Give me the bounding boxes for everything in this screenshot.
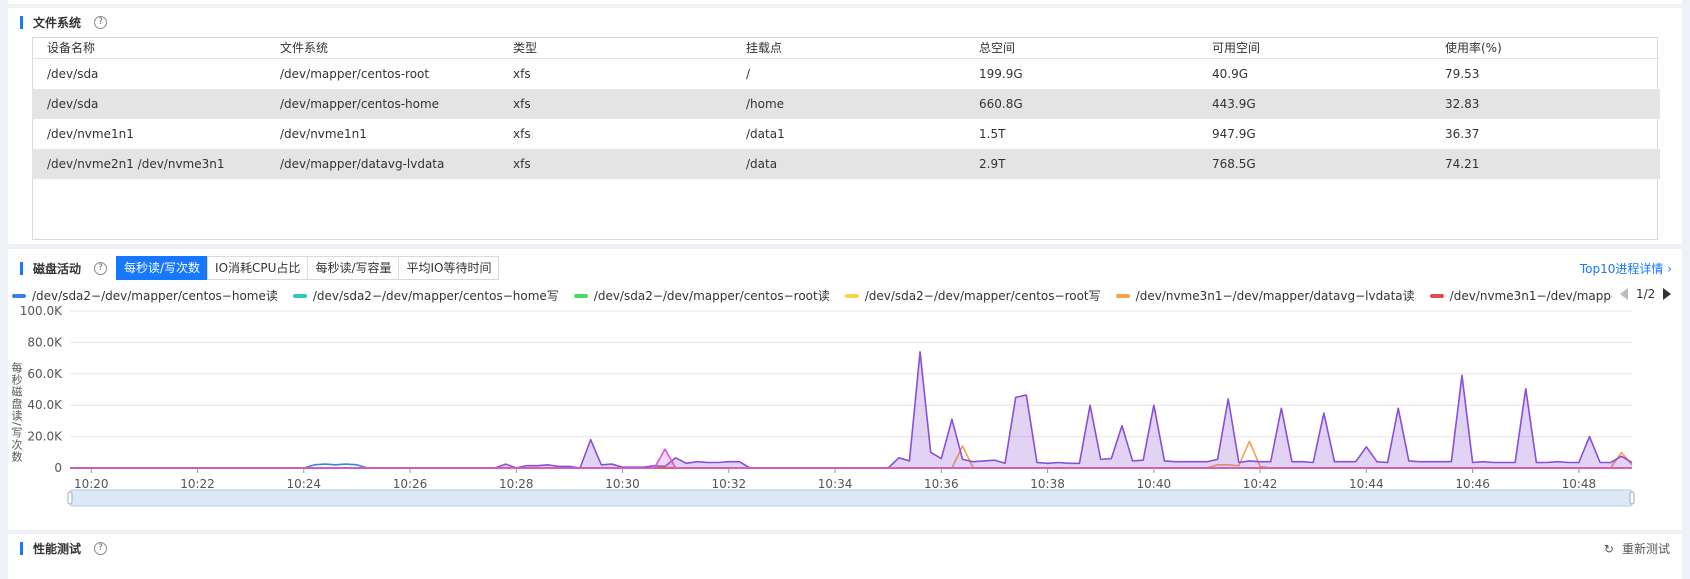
- legend-swatch: [844, 293, 859, 298]
- disk-title: 磁盘活动: [33, 262, 82, 276]
- title-accent-bar: [20, 262, 23, 275]
- x-tick-label: 10:44: [1349, 477, 1384, 491]
- filesystem-table: 设备名称 文件系统 类型 挂载点 总空间 可用空间 使用率(%) /dev/sd…: [32, 37, 1660, 179]
- disk-section-title: 磁盘活动 ?: [20, 260, 108, 277]
- table-cell: 32.83: [1430, 89, 1660, 119]
- col-available-space: 可用空间: [1197, 37, 1430, 59]
- table-cell: /dev/sda: [32, 89, 265, 119]
- table-cell: 199.9G: [979, 67, 1023, 81]
- table-cell: /data: [731, 149, 964, 179]
- filesystem-title: 文件系统: [33, 16, 82, 30]
- col-type: 类型: [498, 37, 731, 59]
- table-row[interactable]: /dev/nvme1n1 /dev/nvme1n1 xfs /data1 1.5…: [32, 119, 1660, 149]
- zoom-handle-left: [67, 491, 73, 505]
- legend-swatch: [1115, 293, 1130, 298]
- prev-page-icon[interactable]: [1620, 288, 1628, 300]
- legend-swatch: [1429, 293, 1444, 298]
- table-header-row: 设备名称 文件系统 类型 挂载点 总空间 可用空间 使用率(%): [32, 37, 1660, 59]
- table-cell: 79.53: [1445, 67, 1480, 81]
- table-cell: 40.9G: [1212, 67, 1249, 81]
- help-icon[interactable]: ?: [94, 16, 108, 29]
- legend-swatch: [12, 293, 26, 298]
- table-cell: /dev/mapper/centos-home: [265, 89, 498, 119]
- y-tick-label: 100.0K: [20, 304, 63, 318]
- table-row[interactable]: /dev/sda /dev/mapper/centos-home xfs /ho…: [32, 89, 1660, 119]
- help-icon[interactable]: ?: [94, 542, 108, 555]
- y-tick-label: 80.0K: [27, 335, 63, 349]
- x-tick-label: 10:28: [499, 477, 534, 491]
- x-tick-label: 10:38: [1030, 477, 1065, 491]
- table-cell: 768.5G: [1197, 149, 1430, 179]
- top10-process-link[interactable]: Top10进程详情 ›: [1580, 260, 1672, 277]
- disk-metric-tabs: 每秒读/写次数 IO消耗CPU占比 每秒读/写容量 平均IO等待时间: [116, 256, 500, 280]
- table-cell: /dev/nvme1n1: [280, 127, 367, 141]
- tab-io-cpu[interactable]: IO消耗CPU占比: [207, 256, 309, 280]
- table-cell: /: [746, 67, 751, 81]
- table-cell: /dev/mapper/centos-root: [280, 67, 430, 81]
- legend-page-indicator: 1/2: [1636, 287, 1656, 301]
- legend-pager: 1/2: [1614, 287, 1672, 301]
- perf-title: 性能测试: [33, 542, 82, 556]
- table-cell: xfs: [498, 89, 731, 119]
- col-usage-rate: 使用率(%): [1430, 37, 1660, 59]
- zoom-slider-track: [69, 489, 1633, 507]
- table-cell: 947.9G: [1212, 127, 1256, 141]
- table-cell: /dev/nvme2n1 /dev/nvme3n1: [32, 149, 265, 179]
- x-tick-label: 10:40: [1137, 477, 1172, 491]
- filesystem-section-title: 文件系统 ?: [20, 14, 108, 31]
- performance-panel: [8, 534, 1682, 579]
- retest-button[interactable]: ↻ 重新测试: [1604, 540, 1670, 557]
- table-cell: 74.21: [1430, 149, 1660, 179]
- table-cell: /home: [731, 89, 964, 119]
- table-cell: /dev/nvme1n1: [47, 127, 134, 141]
- help-icon[interactable]: ?: [94, 262, 108, 275]
- x-tick-label: 10:22: [180, 477, 215, 491]
- top-strip: [8, 0, 1682, 4]
- refresh-icon: ↻: [1603, 541, 1614, 556]
- tab-rw-capacity[interactable]: 每秒读/写容量: [307, 256, 400, 280]
- col-mount-point: 挂载点: [731, 37, 964, 59]
- zoom-handle-right: [1629, 491, 1635, 505]
- disk-activity-chart: 0 20.0K 40.0K 60.0K 80.0K 100.0K 10:20 10:22 10:…: [20, 304, 1635, 507]
- table-cell: /dev/sda: [47, 67, 99, 81]
- y-tick-label: 60.0K: [27, 367, 63, 381]
- x-tick-label: 10:46: [1455, 477, 1490, 491]
- table-cell: 2.9T: [964, 149, 1197, 179]
- x-tick-label: 10:48: [1562, 477, 1597, 491]
- title-accent-bar: [20, 542, 23, 555]
- col-total-space: 总空间: [964, 37, 1197, 59]
- title-accent-bar: [20, 16, 23, 29]
- y-tick-label: 20.0K: [27, 430, 63, 444]
- table-cell: 660.8G: [964, 89, 1197, 119]
- table-cell: 36.37: [1445, 127, 1480, 141]
- x-tick-label: 10:20: [74, 477, 109, 491]
- next-page-icon[interactable]: [1663, 288, 1672, 300]
- legend-swatch: [292, 293, 307, 298]
- table-cell: 1.5T: [979, 127, 1006, 141]
- x-tick-label: 10:30: [605, 477, 640, 491]
- x-tick-label: 10:32: [712, 477, 747, 491]
- table-cell: 443.9G: [1197, 89, 1430, 119]
- x-tick-label: 10:42: [1243, 477, 1278, 491]
- y-tick-label: 0: [54, 461, 62, 475]
- x-tick-label: 10:36: [924, 477, 959, 491]
- table-row[interactable]: /dev/sda /dev/mapper/centos-root xfs / 1…: [32, 59, 1660, 90]
- col-filesystem: 文件系统: [265, 37, 498, 59]
- tab-rw-count[interactable]: 每秒读/写次数: [116, 256, 209, 280]
- x-tick-label: 10:24: [286, 477, 321, 491]
- tab-io-wait[interactable]: 平均IO等待时间: [398, 256, 500, 280]
- retest-label: 重新测试: [1621, 542, 1670, 556]
- y-tick-label: 40.0K: [27, 398, 63, 412]
- table-cell: /data1: [746, 127, 785, 141]
- x-tick-label: 10:34: [818, 477, 853, 491]
- table-cell: xfs: [498, 149, 731, 179]
- x-tick-label: 10:26: [393, 477, 428, 491]
- table-cell: xfs: [513, 127, 531, 141]
- col-device-name: 设备名称: [32, 37, 265, 59]
- perf-section-title: 性能测试 ?: [20, 540, 108, 557]
- table-row[interactable]: /dev/nvme2n1 /dev/nvme3n1 /dev/mapper/da…: [32, 149, 1660, 179]
- legend-swatch: [573, 293, 588, 298]
- table-cell: /dev/mapper/datavg-lvdata: [265, 149, 498, 179]
- table-cell: xfs: [513, 67, 531, 81]
